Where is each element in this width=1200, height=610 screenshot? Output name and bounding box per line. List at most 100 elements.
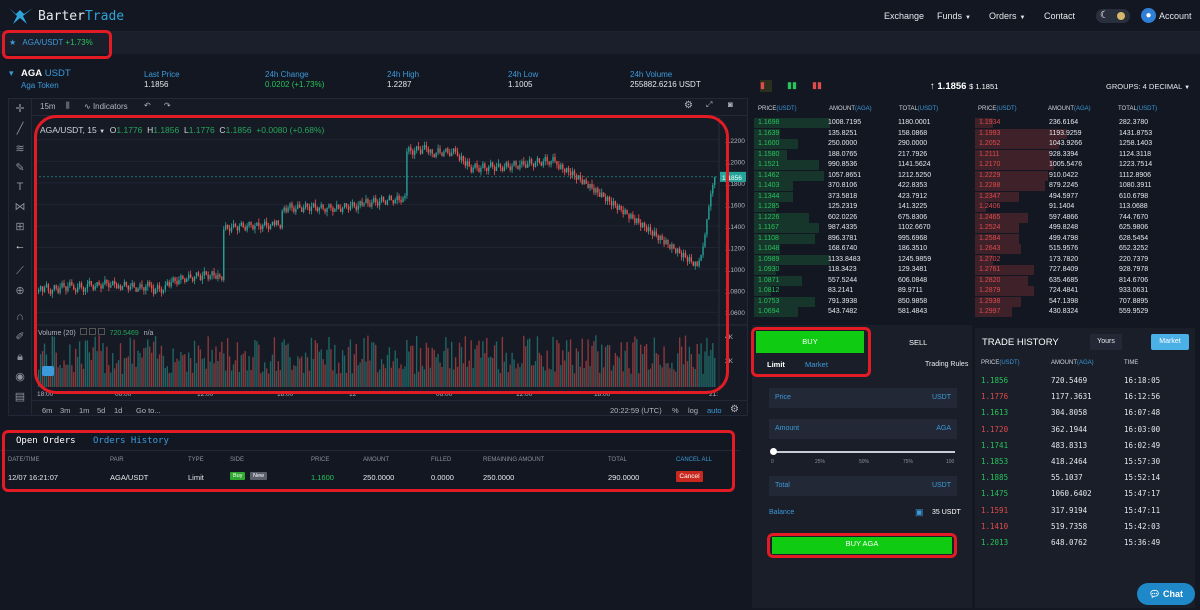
candle-type-icon[interactable]: ⫼ [66,101,70,111]
view-bids-icon[interactable]: ▮▮ [787,80,797,91]
view-both-icon[interactable]: ▮ [760,80,772,92]
back-arrow-icon[interactable]: ← [13,239,27,253]
star-icon[interactable]: ★ [9,38,16,47]
pencil-lock-icon[interactable]: ✐ [13,330,27,344]
ask-row[interactable]: 1.2111 928.3394 1124.3118 [975,149,1195,160]
amount-slider[interactable] [773,451,955,453]
bid-row[interactable]: 1.1580 188.0765 217.7926 [754,149,972,160]
bid-row[interactable]: 1.1521 990.8536 1141.5624 [754,160,972,170]
brush-icon[interactable]: ✎ [13,161,27,175]
ask-row[interactable]: 1.2584 499.4798 628.5454 [975,233,1195,244]
ask-row[interactable]: 1.2406 91.1404 113.0688 [975,202,1195,212]
range-1m[interactable]: 1m [79,406,89,415]
crosshair-icon[interactable]: ✛ [13,102,27,116]
market-history-tab[interactable]: Market [1151,334,1189,350]
bid-row[interactable]: 1.0989 1133.8483 1245.9859 [754,254,972,265]
ask-row[interactable]: 1.2347 494.5977 610.6798 [975,191,1195,202]
price-input[interactable]: Price USDT [769,388,957,408]
ask-row[interactable]: 1.2229 910.0422 1112.8906 [975,170,1195,181]
wallet-icon[interactable]: ▣ [915,507,924,518]
trading-rules-link[interactable]: Trading Rules [925,361,968,368]
bid-row[interactable]: 1.0812 83.2141 89.9711 [754,286,972,296]
range-1d[interactable]: 1d [114,406,122,415]
bid-row[interactable]: 1.1285 125.2319 141.3225 [754,202,972,212]
theme-toggle[interactable]: ☾ [1096,9,1130,23]
sell-tab[interactable]: SELL [909,338,927,347]
interval-selector[interactable]: 15m [40,102,56,111]
indicators-button[interactable]: ∿ Indicators [84,102,128,111]
range-3m[interactable]: 3m [60,406,70,415]
bid-row[interactable]: 1.0753 791.3938 850.9858 [754,296,972,307]
bid-row[interactable]: 1.1344 373.5818 423.7912 [754,191,972,202]
ask-row[interactable]: 1.2170 1005.5476 1223.7514 [975,160,1195,170]
fullscreen-icon[interactable]: ⤢ [706,100,712,110]
range-6m[interactable]: 6m [42,406,52,415]
bid-row[interactable]: 1.1600 250.0000 290.0000 [754,139,972,149]
log-toggle[interactable]: log [688,406,698,415]
text-icon[interactable]: T [13,180,27,194]
ask-row[interactable]: 1.1934 236.6164 282.3780 [975,118,1195,128]
slider-handle[interactable] [770,448,777,455]
ask-row[interactable]: 1.2820 635.4685 814.6706 [975,275,1195,286]
bid-row[interactable]: 1.1048 168.6740 186.3510 [754,244,972,254]
nav-contact-link[interactable]: Contact [1044,11,1075,21]
ask-row[interactable]: 1.2761 727.8409 928.7978 [975,265,1195,275]
buy-aga-button[interactable]: BUY AGA [772,537,952,554]
bid-row[interactable]: 1.1226 602.0226 675.8306 [754,212,972,223]
auto-toggle[interactable]: auto [707,406,722,415]
ask-row[interactable]: 1.1993 1193.9259 1431.8753 [975,128,1195,139]
ask-row[interactable]: 1.2997 430.8324 559.9529 [975,307,1195,317]
bid-row[interactable]: 1.1167 987.4335 1102.6670 [754,223,972,233]
camera-icon[interactable]: ◙ [728,100,733,109]
market-tab[interactable]: Market [805,360,828,369]
eye-icon[interactable]: ◉ [13,370,27,384]
nav-funds-menu[interactable]: Funds ▼ [937,11,971,21]
view-asks-icon[interactable]: ▮▮ [812,80,822,91]
amount-input[interactable]: Amount AGA [769,419,957,439]
tab-orders-history[interactable]: Orders History [93,436,169,446]
ruler-icon[interactable]: ⟋ [13,264,27,278]
bid-row[interactable]: 1.0694 543.7482 581.4843 [754,307,972,317]
undo-icon[interactable]: ↶ [144,101,151,110]
ask-row[interactable]: 1.2643 515.9576 652.3252 [975,244,1195,254]
ask-row[interactable]: 1.2702 173.7820 220.7379 [975,254,1195,265]
fib-icon[interactable]: ≋ [13,142,27,156]
candlestick-chart[interactable]: 1.2200 1.2000 1.1800 1.1600 1.1400 1.1200 1.10… [33,117,747,400]
ask-row[interactable]: 1.2465 597.4866 744.7670 [975,212,1195,223]
bid-row[interactable]: 1.1108 896.3781 995.6968 [754,233,972,244]
bid-row[interactable]: 1.0930 118.3423 129.3481 [754,265,972,275]
ask-row[interactable]: 1.2524 499.8248 625.9806 [975,223,1195,233]
goto-button[interactable]: Go to... [136,406,161,415]
cancel-order-button[interactable]: Cancel [676,471,703,482]
bid-row[interactable]: 1.0871 557.5244 606.0848 [754,275,972,286]
trendline-icon[interactable]: ╱ [13,122,27,136]
account-link[interactable]: Account [1159,11,1192,21]
collapse-icon[interactable]: ▾ [9,68,14,79]
nav-orders-menu[interactable]: Orders ▼ [989,11,1025,21]
buy-tab[interactable]: BUY [756,331,864,353]
chart-settings-icon[interactable]: ⚙ [730,404,739,415]
ask-row[interactable]: 1.2879 724.4841 933.0631 [975,286,1195,296]
range-5d[interactable]: 5d [97,406,105,415]
bid-row[interactable]: 1.1403 370.8106 422.8353 [754,181,972,191]
lock-icon[interactable]: 🔒︎ [13,350,27,364]
groups-selector[interactable]: GROUPS: 4 DECIMAL ▼ [1106,82,1190,91]
bid-row[interactable]: 1.1639 135.8251 158.0868 [754,128,972,139]
zoom-icon[interactable]: ⊕ [13,284,27,298]
total-input[interactable]: Total USDT [769,476,957,496]
pair-tab[interactable]: ★ AGA/USDT +1.73% [9,38,93,47]
ask-row[interactable]: 1.2052 1043.9266 1258.1403 [975,139,1195,149]
yours-tab[interactable]: Yours [1090,334,1122,350]
percent-toggle[interactable]: % [672,406,679,415]
chat-button[interactable]: 💬︎ Chat [1137,583,1195,605]
nav-exchange-link[interactable]: Exchange [884,11,924,21]
account-avatar-icon[interactable]: ● [1141,8,1156,23]
bid-row[interactable]: 1.1698 1008.7195 1180.0001 [754,118,972,128]
settings-gear-icon[interactable]: ⚙ [684,100,693,111]
trash-icon[interactable]: ▤ [13,390,27,404]
pattern-icon[interactable]: ⋈ [13,200,27,214]
measure-icon[interactable]: ⊞ [13,220,27,234]
tab-open-orders[interactable]: Open Orders [16,436,76,446]
bid-row[interactable]: 1.1462 1057.8651 1212.5250 [754,170,972,181]
ask-row[interactable]: 1.2938 547.1398 707.8895 [975,296,1195,307]
